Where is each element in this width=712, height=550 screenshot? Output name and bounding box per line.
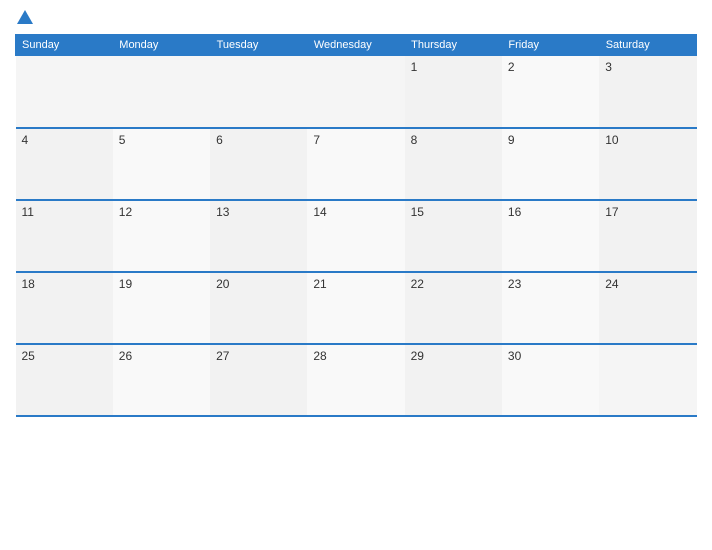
day-header-sunday: Sunday bbox=[16, 35, 113, 56]
day-number: 20 bbox=[216, 277, 229, 291]
days-of-week-row: SundayMondayTuesdayWednesdayThursdayFrid… bbox=[16, 35, 697, 56]
day-cell-14: 14 bbox=[307, 200, 404, 272]
day-cell-22: 22 bbox=[405, 272, 502, 344]
day-number: 17 bbox=[605, 205, 618, 219]
day-number: 28 bbox=[313, 349, 326, 363]
logo-triangle-icon bbox=[17, 10, 33, 24]
day-number: 26 bbox=[119, 349, 132, 363]
day-number: 30 bbox=[508, 349, 521, 363]
day-number: 7 bbox=[313, 133, 320, 147]
day-number: 12 bbox=[119, 205, 132, 219]
day-number: 11 bbox=[22, 205, 34, 219]
day-cell-9: 9 bbox=[502, 128, 599, 200]
day-cell-7: 7 bbox=[307, 128, 404, 200]
day-cell-1: 1 bbox=[405, 56, 502, 128]
empty-cell-0-3 bbox=[307, 56, 404, 128]
day-number: 1 bbox=[411, 60, 418, 74]
day-cell-25: 25 bbox=[16, 344, 113, 416]
day-cell-18: 18 bbox=[16, 272, 113, 344]
day-cell-15: 15 bbox=[405, 200, 502, 272]
day-cell-8: 8 bbox=[405, 128, 502, 200]
day-cell-23: 23 bbox=[502, 272, 599, 344]
day-number: 14 bbox=[313, 205, 326, 219]
calendar-table: SundayMondayTuesdayWednesdayThursdayFrid… bbox=[15, 34, 697, 417]
day-number: 13 bbox=[216, 205, 229, 219]
day-number: 3 bbox=[605, 60, 612, 74]
day-cell-30: 30 bbox=[502, 344, 599, 416]
day-number: 21 bbox=[313, 277, 326, 291]
logo bbox=[15, 10, 33, 26]
day-cell-3: 3 bbox=[599, 56, 696, 128]
day-header-thursday: Thursday bbox=[405, 35, 502, 56]
calendar-week-row: 25 26 27 28 29 30 bbox=[16, 344, 697, 416]
day-number: 23 bbox=[508, 277, 521, 291]
day-number: 24 bbox=[605, 277, 618, 291]
day-cell-24: 24 bbox=[599, 272, 696, 344]
empty-cell-0-2 bbox=[210, 56, 307, 128]
calendar-week-row: 18 19 20 21 22 23 24 bbox=[16, 272, 697, 344]
empty-cell-0-0 bbox=[16, 56, 113, 128]
empty-cell-0-1 bbox=[113, 56, 210, 128]
day-cell-26: 26 bbox=[113, 344, 210, 416]
day-number: 2 bbox=[508, 60, 515, 74]
day-cell-29: 29 bbox=[405, 344, 502, 416]
day-cell-11: 11 bbox=[16, 200, 113, 272]
day-cell-12: 12 bbox=[113, 200, 210, 272]
day-number: 22 bbox=[411, 277, 424, 291]
calendar-page: SundayMondayTuesdayWednesdayThursdayFrid… bbox=[0, 0, 712, 550]
day-cell-5: 5 bbox=[113, 128, 210, 200]
day-cell-16: 16 bbox=[502, 200, 599, 272]
day-number: 19 bbox=[119, 277, 132, 291]
day-header-tuesday: Tuesday bbox=[210, 35, 307, 56]
calendar-week-row: 1 2 3 bbox=[16, 56, 697, 128]
header bbox=[15, 10, 697, 26]
calendar-header: SundayMondayTuesdayWednesdayThursdayFrid… bbox=[16, 35, 697, 56]
day-header-saturday: Saturday bbox=[599, 35, 696, 56]
calendar-week-row: 11 12 13 14 15 16 17 bbox=[16, 200, 697, 272]
day-number: 8 bbox=[411, 133, 418, 147]
day-number: 10 bbox=[605, 133, 618, 147]
day-number: 9 bbox=[508, 133, 515, 147]
day-cell-28: 28 bbox=[307, 344, 404, 416]
day-number: 29 bbox=[411, 349, 424, 363]
day-cell-10: 10 bbox=[599, 128, 696, 200]
day-number: 6 bbox=[216, 133, 223, 147]
day-number: 16 bbox=[508, 205, 521, 219]
day-number: 25 bbox=[22, 349, 35, 363]
day-number: 15 bbox=[411, 205, 424, 219]
day-header-wednesday: Wednesday bbox=[307, 35, 404, 56]
day-cell-17: 17 bbox=[599, 200, 696, 272]
empty-cell-4-6 bbox=[599, 344, 696, 416]
day-cell-21: 21 bbox=[307, 272, 404, 344]
day-number: 18 bbox=[22, 277, 35, 291]
day-cell-19: 19 bbox=[113, 272, 210, 344]
calendar-week-row: 4 5 6 7 8 9 10 bbox=[16, 128, 697, 200]
day-number: 4 bbox=[22, 133, 29, 147]
day-cell-6: 6 bbox=[210, 128, 307, 200]
calendar-body: 1234567891011121314151617181920212223242… bbox=[16, 56, 697, 416]
day-number: 27 bbox=[216, 349, 229, 363]
day-cell-27: 27 bbox=[210, 344, 307, 416]
day-cell-20: 20 bbox=[210, 272, 307, 344]
day-cell-13: 13 bbox=[210, 200, 307, 272]
day-header-monday: Monday bbox=[113, 35, 210, 56]
day-number: 5 bbox=[119, 133, 126, 147]
day-cell-4: 4 bbox=[16, 128, 113, 200]
day-cell-2: 2 bbox=[502, 56, 599, 128]
day-header-friday: Friday bbox=[502, 35, 599, 56]
